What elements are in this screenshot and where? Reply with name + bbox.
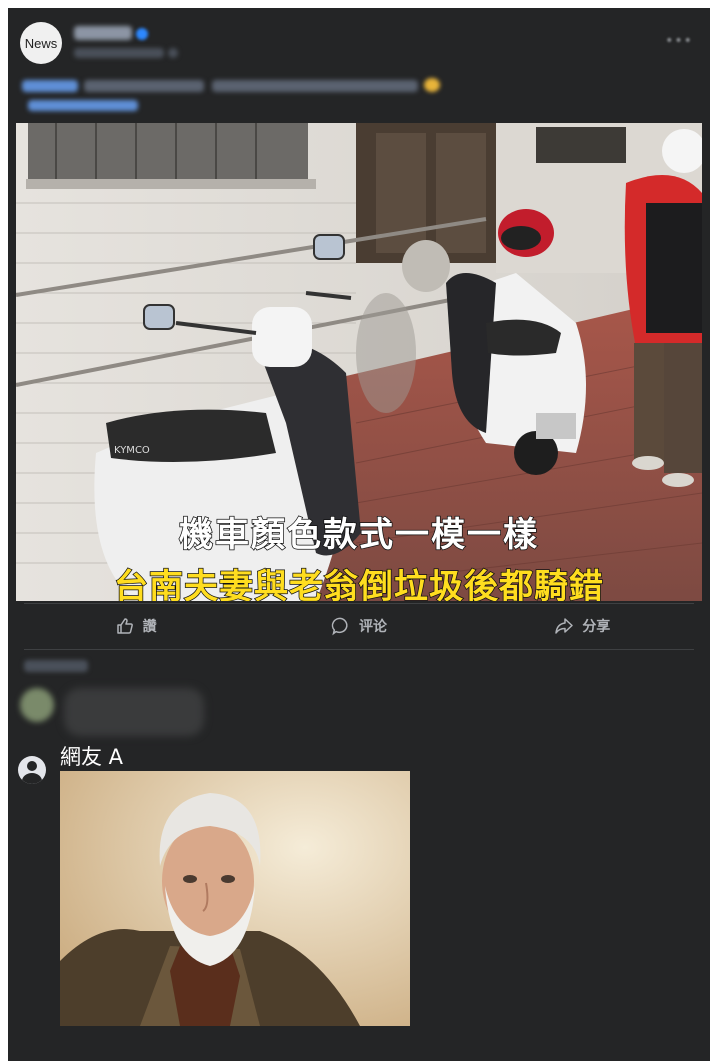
- post-text-blurred-2: [212, 80, 418, 92]
- comment-label: 评论: [358, 619, 387, 635]
- post-hashtag-blurred[interactable]: [22, 80, 78, 92]
- page-avatar[interactable]: News: [20, 22, 62, 64]
- share-button[interactable]: 分享: [471, 606, 694, 646]
- verified-badge-icon: [136, 28, 148, 40]
- more-options-icon[interactable]: •••: [665, 33, 692, 49]
- old-man-portrait-illustration: [60, 771, 410, 1026]
- actions-divider-bottom: [24, 649, 694, 650]
- speech-bubble-icon: [331, 617, 348, 636]
- post-actions-bar: 讚 评论 分享: [24, 606, 694, 646]
- thumbs-up-icon: [116, 618, 133, 634]
- reply-photo[interactable]: [60, 771, 410, 1026]
- user-silhouette-icon[interactable]: [18, 756, 46, 784]
- post-timestamp-blurred[interactable]: [74, 48, 164, 58]
- like-label: 讚: [142, 619, 157, 635]
- like-button[interactable]: 讚: [24, 606, 247, 646]
- page-name-blurred[interactable]: [74, 26, 132, 40]
- commenter-name[interactable]: 網友 A: [60, 741, 123, 771]
- comment-button[interactable]: 评论: [247, 606, 470, 646]
- post-link-blurred[interactable]: [28, 100, 138, 111]
- comment-sort-blurred[interactable]: [24, 660, 88, 672]
- blurred-comment-bubble: [64, 688, 204, 736]
- page-avatar-text: News: [24, 35, 58, 51]
- image-caption-line1: 機車顏色款式一模一樣: [178, 514, 539, 556]
- share-label: 分享: [582, 619, 611, 635]
- actions-divider: [24, 603, 694, 604]
- svg-text:KYMCO: KYMCO: [114, 445, 150, 456]
- facebook-post: News ••• KYMCO 機車顏色款式一模一樣 台南夫妻與老翁倒垃圾後都騎錯…: [8, 8, 710, 1061]
- post-photo[interactable]: KYMCO 機車顏色款式一模一樣 台南夫妻與老翁倒垃圾後都騎錯: [16, 123, 702, 601]
- globe-icon: [168, 48, 178, 58]
- emoji-icon: [424, 78, 440, 92]
- image-caption-line2: 台南夫妻與老翁倒垃圾後都騎錯: [113, 566, 604, 601]
- post-text-blurred: [84, 80, 204, 92]
- blurred-comment-avatar: [20, 688, 54, 722]
- share-arrow-icon: [555, 618, 574, 634]
- post-header: News •••: [8, 8, 710, 123]
